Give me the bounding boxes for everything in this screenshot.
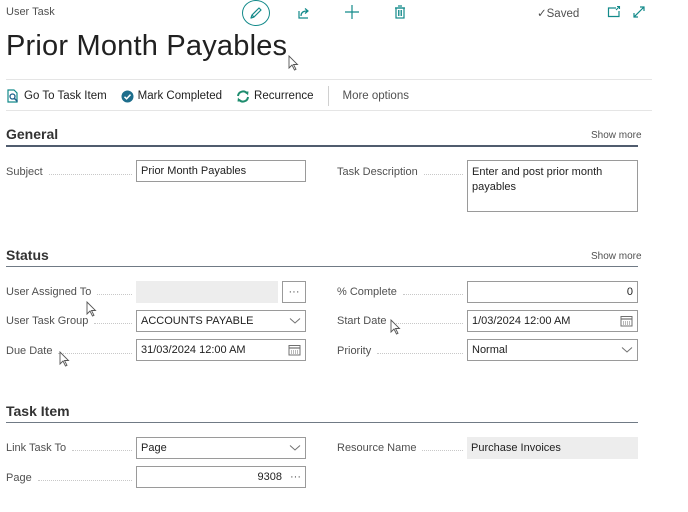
action-bar: Go To Task Item Mark Completed Recurrenc…	[6, 86, 423, 106]
section-divider	[6, 422, 638, 423]
section-general-title[interactable]: General	[6, 126, 58, 142]
link-task-to-label: Link Task To	[6, 442, 136, 454]
calendar-icon[interactable]	[620, 315, 633, 327]
recurrence-label: Recurrence	[254, 90, 314, 102]
due-date-input[interactable]: 31/03/2024 12:00 AM	[136, 339, 306, 361]
more-options-button[interactable]: More options	[343, 90, 409, 102]
percent-complete-label: % Complete	[337, 286, 467, 298]
link-task-to-select[interactable]: Page	[136, 437, 306, 459]
user-assigned-to-lookup-button[interactable]: ···	[282, 281, 306, 303]
subject-input[interactable]: Prior Month Payables	[136, 160, 306, 182]
page-caption: User Task	[6, 6, 55, 18]
expand-icon	[633, 6, 645, 18]
calendar-icon[interactable]	[288, 344, 301, 356]
mark-completed-label: Mark Completed	[137, 90, 223, 102]
mouse-cursor-icon	[59, 351, 70, 367]
page-input[interactable]: 9308 ···	[136, 466, 306, 488]
mark-completed-action[interactable]: Mark Completed	[121, 90, 222, 103]
check-circle-icon	[121, 90, 134, 102]
task-description-textarea[interactable]: Enter and post prior month payables	[467, 160, 638, 212]
priority-label: Priority	[337, 345, 467, 357]
subject-label: Subject	[6, 166, 136, 178]
divider	[6, 79, 652, 80]
edit-pencil-icon	[250, 7, 262, 19]
priority-select[interactable]: Normal	[467, 339, 638, 361]
new-button[interactable]	[343, 3, 361, 21]
section-divider	[6, 145, 638, 147]
checkmark-icon: ✓	[537, 8, 547, 20]
go-to-task-item-action[interactable]: Go To Task Item	[6, 89, 107, 103]
edit-button[interactable]	[242, 0, 270, 26]
mouse-cursor-icon	[390, 319, 401, 335]
recurrence-action[interactable]: Recurrence	[236, 89, 314, 103]
chevron-down-icon	[289, 445, 301, 451]
resource-name-value: Purchase Invoices	[467, 437, 638, 459]
open-new-window-icon	[607, 5, 621, 18]
share-button[interactable]	[295, 4, 313, 22]
section-divider	[6, 266, 638, 267]
page-title: Prior Month Payables	[6, 30, 288, 62]
action-separator	[327, 86, 329, 106]
page-label: Page	[6, 472, 136, 484]
expand-button[interactable]	[630, 3, 648, 21]
mouse-cursor-icon	[86, 301, 97, 317]
section-status-title[interactable]: Status	[6, 247, 49, 263]
general-show-more-link[interactable]: Show more	[591, 130, 642, 141]
task-description-label: Task Description	[337, 166, 467, 178]
ellipsis-icon: ···	[288, 286, 300, 298]
go-to-task-item-label: Go To Task Item	[24, 90, 107, 102]
user-task-group-label: User Task Group	[6, 315, 136, 327]
section-task-item-title[interactable]: Task Item	[6, 403, 70, 419]
delete-trash-icon	[395, 5, 405, 19]
refresh-icon	[237, 89, 250, 103]
mouse-cursor-icon	[288, 55, 299, 71]
divider	[6, 110, 652, 111]
chevron-down-icon	[289, 318, 301, 324]
new-plus-icon	[345, 5, 359, 19]
start-date-input[interactable]: 1/03/2024 12:00 AM	[467, 310, 638, 332]
start-date-label: Start Date	[337, 315, 467, 327]
document-search-icon	[7, 89, 19, 103]
resource-name-label: Resource Name	[337, 442, 467, 454]
user-task-group-select[interactable]: ACCOUNTS PAYABLE	[136, 310, 306, 332]
share-icon	[298, 8, 309, 19]
percent-complete-input[interactable]: 0	[467, 281, 638, 303]
saved-label: Saved	[546, 8, 580, 20]
user-assigned-to-input[interactable]	[136, 281, 278, 303]
open-new-window-button[interactable]	[605, 3, 623, 21]
due-date-label: Due Date	[6, 345, 136, 357]
status-show-more-link[interactable]: Show more	[591, 251, 642, 262]
chevron-down-icon	[621, 347, 633, 353]
user-assigned-to-label: User Assigned To	[6, 286, 136, 298]
delete-button[interactable]	[391, 3, 409, 21]
ellipsis-icon[interactable]: ···	[290, 471, 301, 483]
saved-status: ✓Saved	[537, 6, 579, 20]
